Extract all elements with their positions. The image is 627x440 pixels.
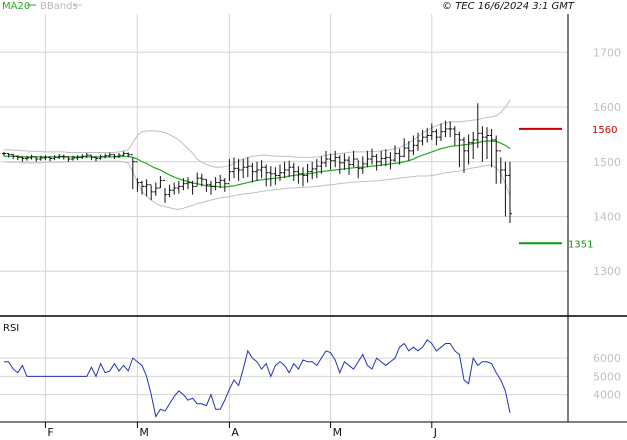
ohlc-bar xyxy=(503,161,508,217)
ohlc-bar xyxy=(282,161,287,179)
ohlc-bar xyxy=(167,184,172,198)
price-tick-label: 1400 xyxy=(593,210,621,223)
ohlc-bar xyxy=(255,161,259,181)
ohlc-bar xyxy=(388,151,393,170)
rsi-tick-label: 6000 xyxy=(593,352,621,365)
ohlc-bar xyxy=(310,161,315,180)
price-tick-label: 1700 xyxy=(593,46,621,59)
ohlc-bar xyxy=(365,150,370,168)
ohlc-bar xyxy=(429,123,434,140)
ohlc-bar xyxy=(236,159,241,181)
ohlc-bar xyxy=(75,155,80,161)
ohlc-bar xyxy=(337,155,342,174)
ohlc-bar xyxy=(498,150,503,184)
ohlc-bar xyxy=(264,164,269,187)
ohlc-bar xyxy=(278,164,282,181)
ohlc-bar xyxy=(43,155,48,161)
bollinger-bands xyxy=(3,100,511,210)
rsi-line xyxy=(4,339,511,418)
ohlc-bar xyxy=(153,182,158,196)
month-label: F xyxy=(47,426,53,439)
ma20-legend-label: MA20 xyxy=(2,1,30,12)
ohlc-bar xyxy=(158,175,163,189)
ohlc-bar xyxy=(66,156,71,162)
ohlc-bar xyxy=(121,151,126,157)
resistance-level-label: 1560 xyxy=(592,125,617,136)
ohlc-bar xyxy=(439,123,443,141)
price-tick-label: 1300 xyxy=(593,265,621,278)
ohlc-bar xyxy=(218,174,223,189)
ohlc-bar xyxy=(347,156,351,175)
key-levels xyxy=(519,127,562,245)
ohlc-bar xyxy=(374,154,379,171)
ohlc-bar xyxy=(89,154,94,161)
ohlc-bar xyxy=(227,159,232,185)
ohlc-bar xyxy=(144,179,149,197)
ohlc-bar xyxy=(480,126,485,162)
ohlc-bar xyxy=(103,153,108,159)
ohlc-bar xyxy=(130,154,135,190)
ohlc-bar xyxy=(287,160,292,178)
bbands-legend-label: BBands xyxy=(40,1,78,12)
chart-canvas: 13001400150016001700 400050006000 FMAMJ … xyxy=(0,1,627,439)
ohlc-bar xyxy=(268,166,273,187)
ohlc-bar xyxy=(383,149,388,167)
ohlc-bar xyxy=(333,150,338,168)
ohlc-bar xyxy=(301,167,305,187)
month-label: A xyxy=(231,426,239,439)
ohlc-bar xyxy=(222,178,227,192)
ohlc-bar xyxy=(494,135,499,184)
ohlc-bar xyxy=(324,150,328,168)
ohlc-bar xyxy=(34,156,39,162)
ohlc-bar xyxy=(379,150,384,167)
rsi-line-group xyxy=(4,339,511,418)
price-tick-label: 1600 xyxy=(593,101,621,114)
ohlc-bar xyxy=(209,180,213,195)
month-label: M xyxy=(333,426,343,439)
price-tick-label: 1500 xyxy=(593,156,621,169)
ohlc-bar xyxy=(475,103,480,149)
ohlc-bars xyxy=(2,103,512,224)
ohlc-bar xyxy=(245,157,250,178)
month-label: J xyxy=(433,426,437,439)
ohlc-bar xyxy=(259,160,264,179)
support-level-label: 1351 xyxy=(568,239,593,250)
price-gridlines: 1300 1400 1500 1600 1700 xyxy=(0,14,621,422)
ohlc-bar xyxy=(434,128,439,146)
rsi-panel-title: RSI xyxy=(3,323,19,334)
ohlc-bar xyxy=(471,131,476,160)
month-label: M xyxy=(139,426,149,439)
rsi-gridlines: 4000 5000 6000 xyxy=(0,352,621,402)
copyright-text: © TEC 16/6/2024 3:1 GMT xyxy=(442,1,575,12)
ohlc-bar xyxy=(351,150,356,168)
ohlc-bar xyxy=(485,127,489,160)
ohlc-bar xyxy=(2,151,6,157)
ohlc-bar xyxy=(172,182,177,195)
ohlc-bar xyxy=(360,156,365,174)
ohlc-bar xyxy=(448,121,453,138)
ohlc-bar xyxy=(163,179,167,203)
ohlc-bar xyxy=(462,137,466,173)
ohlc-bar xyxy=(402,138,407,158)
rsi-tick-label: 4000 xyxy=(593,389,621,402)
ohlc-bar xyxy=(273,167,278,185)
rsi-tick-label: 5000 xyxy=(593,370,621,383)
ohlc-bar xyxy=(452,126,457,146)
ohlc-bar xyxy=(291,162,296,181)
ohlc-bar xyxy=(52,155,57,161)
ohlc-bar xyxy=(149,184,154,201)
ohlc-bar xyxy=(232,157,236,179)
ohlc-bar xyxy=(466,134,471,165)
axis-ticks: FMAMJ xyxy=(44,422,437,439)
ohlc-bar xyxy=(186,177,190,190)
ohlc-bar xyxy=(250,162,255,183)
chart-frame xyxy=(0,14,627,423)
ohlc-bar xyxy=(176,180,181,194)
ohlc-bar xyxy=(213,177,218,191)
